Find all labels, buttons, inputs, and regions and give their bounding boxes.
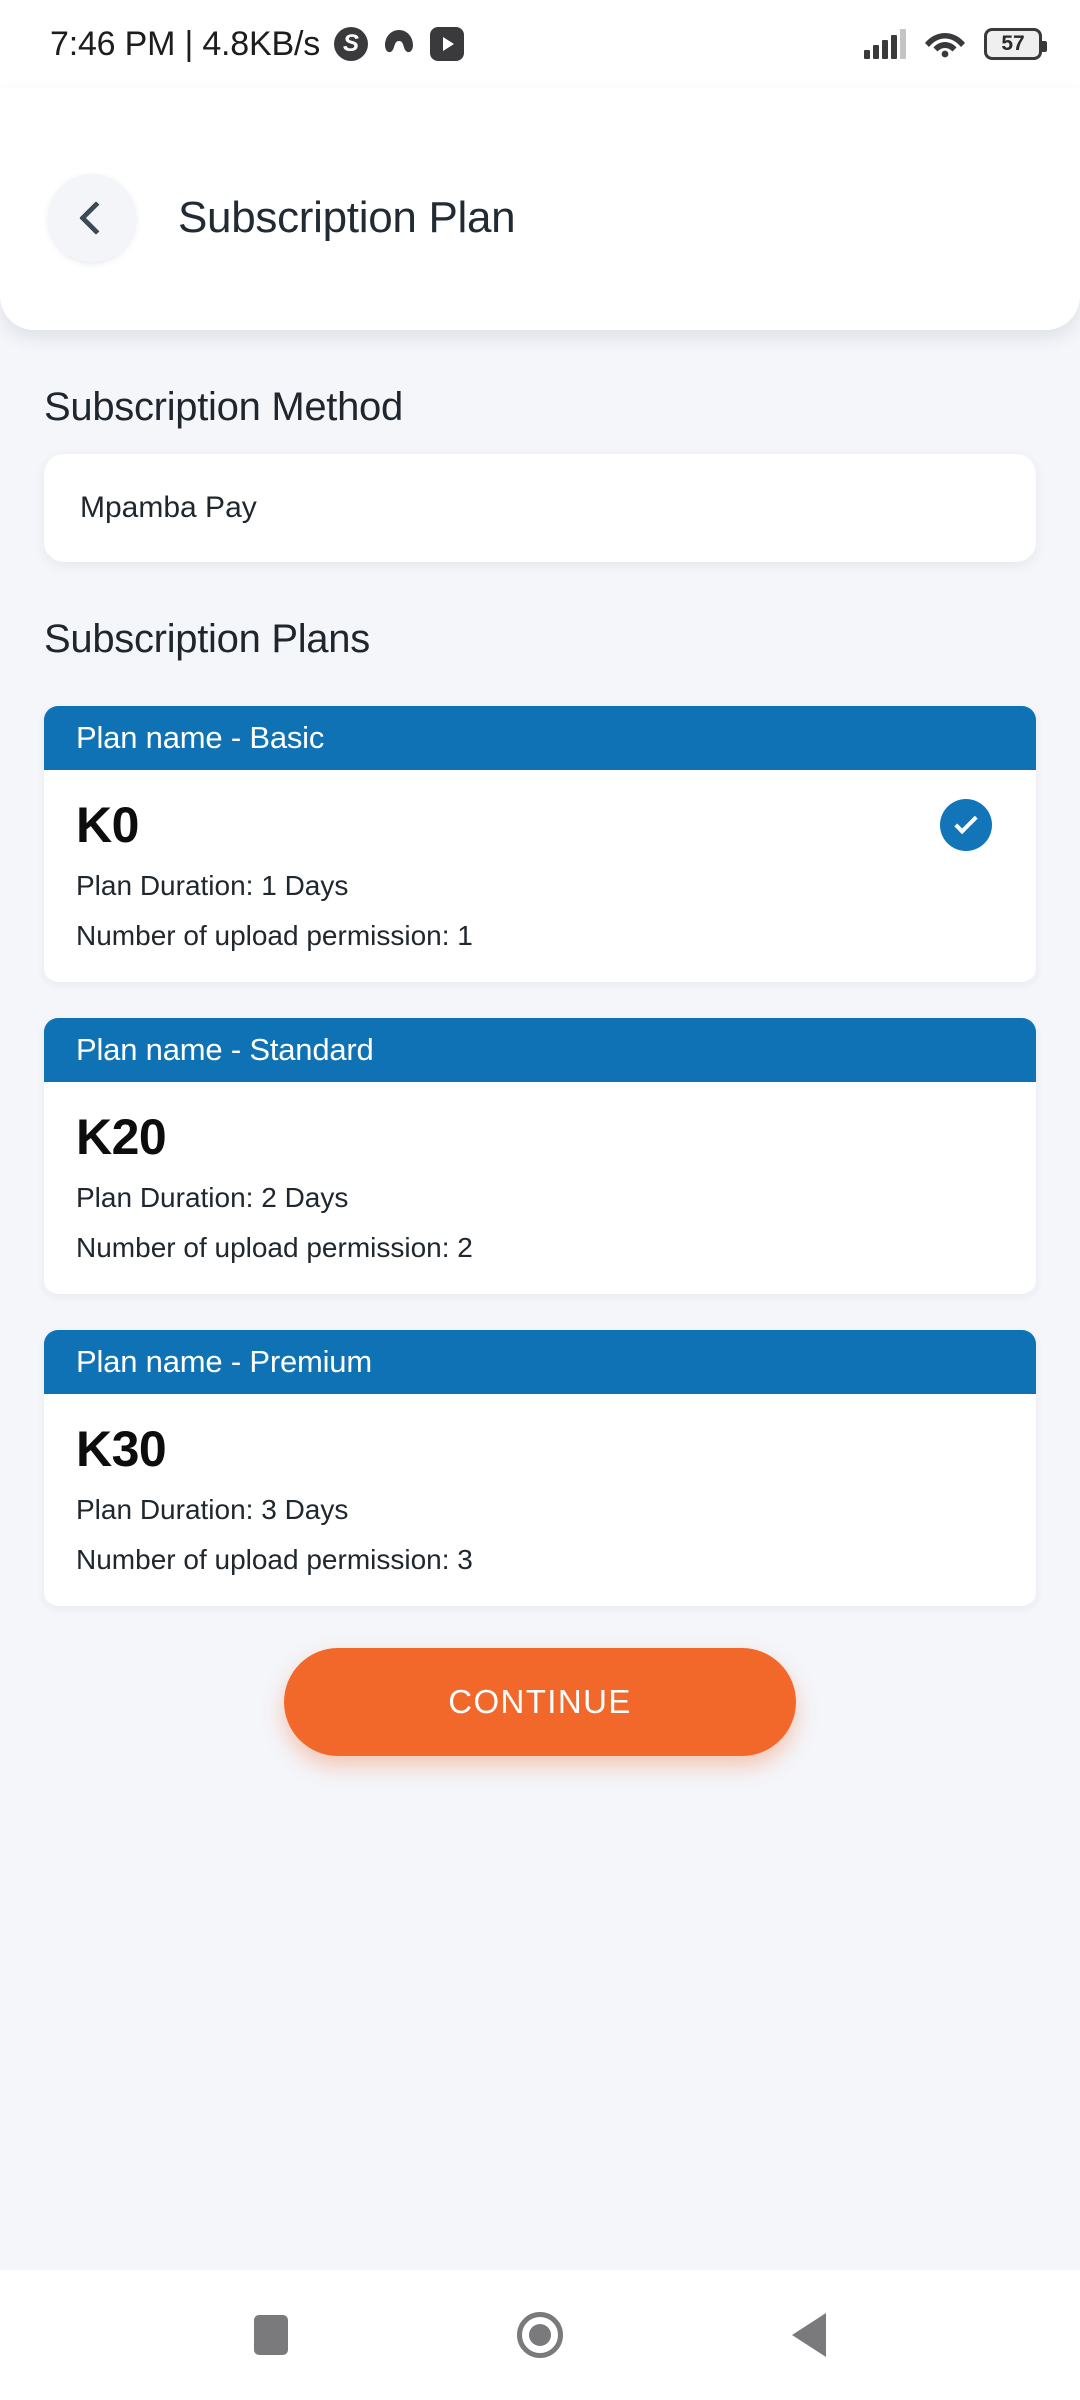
- youtube-play-triangle: [443, 37, 455, 51]
- circle-home-icon[interactable]: [516, 2312, 563, 2358]
- plan-price-row: K20: [76, 1104, 1004, 1170]
- status-time-and-speed: 7:46 PM | 4.8KB/s: [50, 24, 321, 63]
- status-bar: 7:46 PM | 4.8KB/s S 57: [0, 0, 1080, 88]
- plan-selected-check-icon[interactable]: [940, 799, 992, 851]
- skype-icon: S: [334, 27, 369, 61]
- plan-list: Plan name - Basic K0 Plan Duration: 1 Da…: [0, 706, 1080, 1606]
- triangle-back-icon[interactable]: [791, 2313, 826, 2357]
- subscription-method-value: Mpamba Pay: [80, 491, 257, 524]
- subscription-plans-heading: Subscription Plans: [44, 617, 370, 661]
- status-bar-left: 7:46 PM | 4.8KB/s S: [50, 24, 465, 64]
- plan-card-standard[interactable]: Plan name - Standard K20 Plan Duration: …: [44, 1018, 1036, 1294]
- plan-price-row: K0: [76, 792, 1004, 858]
- chevron-left-icon: [79, 201, 113, 235]
- page-title: Subscription Plan: [178, 193, 516, 242]
- plan-card-premium[interactable]: Plan name - Premium K30 Plan Duration: 3…: [44, 1330, 1036, 1606]
- plan-duration: Plan Duration: 3 Days: [76, 1494, 349, 1525]
- app-header: Subscription Plan: [0, 88, 1080, 330]
- battery-icon: 57: [984, 28, 1047, 60]
- plan-price: K0: [76, 797, 139, 853]
- page-content: Subscription Method Mpamba Pay Subscript…: [0, 330, 1080, 1756]
- plan-price: K30: [76, 1421, 167, 1477]
- plan-card-body: K30 Plan Duration: 3 Days Number of uplo…: [44, 1394, 1036, 1606]
- check-mark-glyph: [954, 810, 978, 835]
- skype-glyph: S: [343, 30, 360, 57]
- wifi-icon: [924, 26, 966, 63]
- signal-bars-icon: [864, 29, 906, 59]
- plan-name-label: Plan name - Standard: [76, 1032, 374, 1067]
- subscription-method-select[interactable]: Mpamba Pay: [44, 454, 1036, 562]
- back-button[interactable]: [48, 174, 136, 262]
- plan-upload-permission: Number of upload permission: 2: [76, 1232, 473, 1263]
- continue-button-wrap: CONTINUE: [0, 1648, 1080, 1756]
- plan-card-basic[interactable]: Plan name - Basic K0 Plan Duration: 1 Da…: [44, 706, 1036, 982]
- blob-app-icon: [382, 27, 416, 61]
- plan-name-label: Plan name - Premium: [76, 1344, 372, 1379]
- plan-price-row: K30: [76, 1416, 1004, 1482]
- android-nav-bar: [0, 2270, 1080, 2400]
- plan-card-header: Plan name - Premium: [44, 1330, 1036, 1394]
- plan-upload-permission: Number of upload permission: 1: [76, 920, 473, 951]
- battery-level: 57: [1001, 32, 1025, 55]
- plan-card-header: Plan name - Standard: [44, 1018, 1036, 1082]
- plan-duration: Plan Duration: 1 Days: [76, 870, 349, 901]
- continue-button[interactable]: CONTINUE: [284, 1648, 796, 1756]
- plan-name-label: Plan name - Basic: [76, 720, 325, 755]
- subscription-method-heading: Subscription Method: [44, 385, 403, 429]
- plan-card-body: K20 Plan Duration: 2 Days Number of uplo…: [44, 1082, 1036, 1294]
- status-bar-right: 57: [864, 26, 1047, 63]
- plan-duration: Plan Duration: 2 Days: [76, 1182, 349, 1213]
- square-recents-icon[interactable]: [254, 2315, 289, 2355]
- plan-card-body: K0 Plan Duration: 1 Days Number of uploa…: [44, 770, 1036, 982]
- plan-upload-permission: Number of upload permission: 3: [76, 1544, 473, 1575]
- plan-price: K20: [76, 1109, 167, 1165]
- plan-card-header: Plan name - Basic: [44, 706, 1036, 770]
- youtube-icon: [430, 27, 465, 61]
